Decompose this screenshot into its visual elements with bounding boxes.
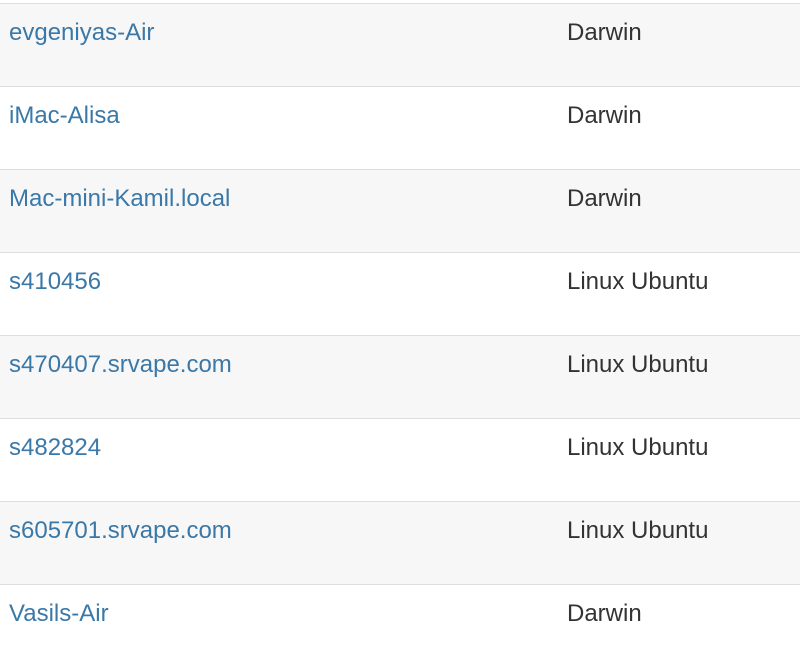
os-cell: Darwin [567,86,800,170]
os-cell: Linux Ubuntu [567,501,800,585]
table-row: s605701.srvape.com Linux Ubuntu [0,501,800,585]
table-row: s410456 Linux Ubuntu [0,252,800,336]
table-row: Mac-mini-Kamil.local Darwin [0,169,800,253]
table-row: Vasils-Air Darwin [0,584,800,653]
os-cell: Darwin [567,169,800,253]
host-cell: s410456 [0,252,567,336]
table-row: s470407.srvape.com Linux Ubuntu [0,335,800,419]
os-cell: Linux Ubuntu [567,335,800,419]
os-cell: Linux Ubuntu [567,418,800,502]
host-link[interactable]: Mac-mini-Kamil.local [9,185,230,212]
table-row: s482824 Linux Ubuntu [0,418,800,502]
host-cell: s605701.srvape.com [0,501,567,585]
host-link[interactable]: Vasils-Air [9,600,109,627]
table-row: evgeniyas-Air Darwin [0,3,800,87]
host-cell: iMac-Alisa [0,86,567,170]
host-link[interactable]: s605701.srvape.com [9,517,232,544]
table-row: iMac-Alisa Darwin [0,86,800,170]
host-link[interactable]: evgeniyas-Air [9,19,154,46]
os-cell: Darwin [567,3,800,87]
host-cell: evgeniyas-Air [0,3,567,87]
host-cell: s470407.srvape.com [0,335,567,419]
os-cell: Darwin [567,584,800,653]
hosts-table-body: evgeniyas-Air Darwin iMac-Alisa Darwin M… [0,3,800,653]
host-cell: s482824 [0,418,567,502]
os-cell: Linux Ubuntu [567,252,800,336]
host-cell: Mac-mini-Kamil.local [0,169,567,253]
hosts-table: evgeniyas-Air Darwin iMac-Alisa Darwin M… [0,3,800,653]
host-cell: Vasils-Air [0,584,567,653]
host-link[interactable]: s410456 [9,268,101,295]
host-link[interactable]: iMac-Alisa [9,102,120,129]
host-link[interactable]: s470407.srvape.com [9,351,232,378]
host-link[interactable]: s482824 [9,434,101,461]
